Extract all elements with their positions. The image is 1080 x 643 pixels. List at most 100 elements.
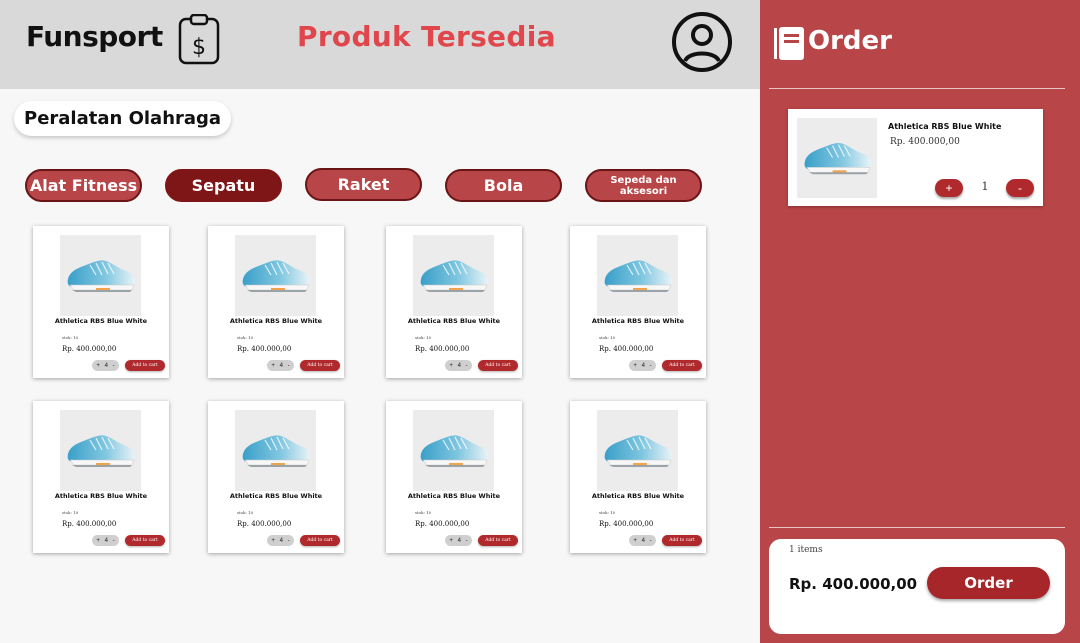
quantity-stepper[interactable]: + 4 - — [629, 360, 656, 371]
svg-text:$: $ — [192, 35, 206, 60]
category-alat-fitness[interactable]: Alat Fitness — [25, 169, 142, 202]
item-count: 1 items — [789, 545, 823, 555]
divider — [769, 527, 1065, 528]
category-label: Sepatu — [191, 175, 256, 195]
product-stock: stok: 10 — [599, 510, 616, 515]
quantity-value: 4 — [279, 537, 283, 544]
product-image — [413, 235, 494, 316]
product-name: Athletica RBS Blue White — [591, 317, 685, 325]
quantity-stepper[interactable]: + 4 - — [445, 360, 472, 371]
product-card[interactable]: Athletica RBS Blue White stok: 10 Rp. 40… — [33, 401, 169, 553]
decrement-button[interactable]: - — [113, 538, 115, 544]
product-image — [60, 410, 141, 491]
increment-button[interactable]: + — [633, 363, 637, 369]
category-bola[interactable]: Bola — [445, 169, 562, 202]
product-card[interactable]: Athletica RBS Blue White stok: 10 Rp. 40… — [208, 226, 344, 378]
top-bar: Funsport $ Produk Tersedia — [0, 0, 760, 89]
product-card[interactable]: Athletica RBS Blue White stok: 10 Rp. 40… — [386, 401, 522, 553]
order-panel: Order Athletica RBS Blue White Rp. 400.0… — [760, 0, 1080, 643]
product-price: Rp. 400.000,00 — [62, 520, 117, 528]
category-label: Bola — [483, 175, 524, 195]
decrement-button[interactable]: - — [113, 363, 115, 369]
increment-button[interactable]: + — [935, 179, 963, 197]
product-name: Athletica RBS Blue White — [229, 492, 323, 500]
increment-button[interactable]: + — [96, 363, 100, 369]
user-circle-icon[interactable] — [671, 11, 733, 73]
add-to-cart-button[interactable]: Add to cart — [662, 360, 702, 371]
decrement-button[interactable]: - — [466, 538, 468, 544]
product-price: Rp. 400.000,00 — [415, 520, 470, 528]
quantity-value: 4 — [641, 537, 645, 544]
quantity-stepper[interactable]: + 4 - — [92, 360, 119, 371]
add-to-cart-button[interactable]: Add to cart — [125, 360, 165, 371]
add-to-cart-button[interactable]: Add to cart — [478, 360, 518, 371]
product-card[interactable]: Athletica RBS Blue White stok: 10 Rp. 40… — [33, 226, 169, 378]
decrement-button[interactable]: - — [650, 363, 652, 369]
product-card[interactable]: Athletica RBS Blue White stok: 10 Rp. 40… — [208, 401, 344, 553]
decrement-button[interactable]: - — [288, 538, 290, 544]
product-stock: stok: 10 — [62, 510, 79, 515]
product-price: Rp. 400.000,00 — [237, 345, 292, 353]
quantity-stepper[interactable]: + 4 - — [92, 535, 119, 546]
add-to-cart-button[interactable]: Add to cart — [300, 535, 340, 546]
quantity-value: 4 — [104, 362, 108, 369]
product-image — [235, 235, 316, 316]
order-item-name: Athletica RBS Blue White — [888, 122, 1002, 131]
increment-button[interactable]: + — [449, 538, 453, 544]
product-image — [235, 410, 316, 491]
category-sepatu[interactable]: Sepatu — [165, 169, 282, 202]
order-button[interactable]: Order — [927, 567, 1050, 599]
decrement-button[interactable]: - — [466, 363, 468, 369]
quantity-value: 4 — [457, 362, 461, 369]
decrement-button[interactable]: - — [1006, 179, 1034, 197]
quantity-stepper[interactable]: + 4 - — [445, 535, 472, 546]
product-card[interactable]: Athletica RBS Blue White stok: 10 Rp. 40… — [570, 401, 706, 553]
category-label: Sepeda dan aksesori — [610, 174, 677, 197]
increment-button[interactable]: + — [449, 363, 453, 369]
product-card[interactable]: Athletica RBS Blue White stok: 10 Rp. 40… — [570, 226, 706, 378]
product-stock: stok: 10 — [415, 335, 432, 340]
category-label: Raket — [337, 174, 390, 194]
order-item: Athletica RBS Blue White Rp. 400.000,00 … — [788, 109, 1043, 206]
product-price: Rp. 400.000,00 — [599, 345, 654, 353]
decrement-button[interactable]: - — [650, 538, 652, 544]
category-sepeda-aksesori[interactable]: Sepeda dan aksesori — [585, 169, 702, 202]
quantity-value: 4 — [457, 537, 461, 544]
bill-dollar-icon[interactable]: $ — [178, 14, 220, 66]
product-stock: stok: 10 — [415, 510, 432, 515]
product-image — [597, 410, 678, 491]
increment-button[interactable]: + — [633, 538, 637, 544]
divider — [769, 88, 1065, 89]
quantity-value: 4 — [279, 362, 283, 369]
quantity-value: 4 — [641, 362, 645, 369]
order-title: Order — [808, 26, 892, 56]
quantity-stepper[interactable]: + 4 - — [267, 535, 294, 546]
product-stock: stok: 10 — [599, 335, 616, 340]
category-label: Alat Fitness — [29, 175, 138, 195]
product-image — [597, 235, 678, 316]
product-name: Athletica RBS Blue White — [54, 317, 148, 325]
increment-button[interactable]: + — [271, 538, 275, 544]
decrement-button[interactable]: - — [288, 363, 290, 369]
quantity-stepper[interactable]: + 4 - — [629, 535, 656, 546]
product-price: Rp. 400.000,00 — [415, 345, 470, 353]
product-stock: stok: 10 — [62, 335, 79, 340]
add-to-cart-button[interactable]: Add to cart — [662, 535, 702, 546]
add-to-cart-button[interactable]: Add to cart — [300, 360, 340, 371]
add-to-cart-button[interactable]: Add to cart — [125, 535, 165, 546]
increment-button[interactable]: + — [271, 363, 275, 369]
product-name: Athletica RBS Blue White — [229, 317, 323, 325]
category-raket[interactable]: Raket — [305, 168, 422, 201]
notebook-icon — [774, 27, 804, 60]
add-to-cart-button[interactable]: Add to cart — [478, 535, 518, 546]
product-price: Rp. 400.000,00 — [237, 520, 292, 528]
quantity-stepper[interactable]: + 4 - — [267, 360, 294, 371]
product-card[interactable]: Athletica RBS Blue White stok: 10 Rp. 40… — [386, 226, 522, 378]
product-stock: stok: 10 — [237, 510, 254, 515]
product-name: Athletica RBS Blue White — [407, 492, 501, 500]
increment-button[interactable]: + — [96, 538, 100, 544]
quantity-value: 4 — [104, 537, 108, 544]
product-price: Rp. 400.000,00 — [599, 520, 654, 528]
order-item-quantity: 1 — [981, 180, 989, 193]
order-item-price: Rp. 400.000,00 — [890, 137, 960, 147]
